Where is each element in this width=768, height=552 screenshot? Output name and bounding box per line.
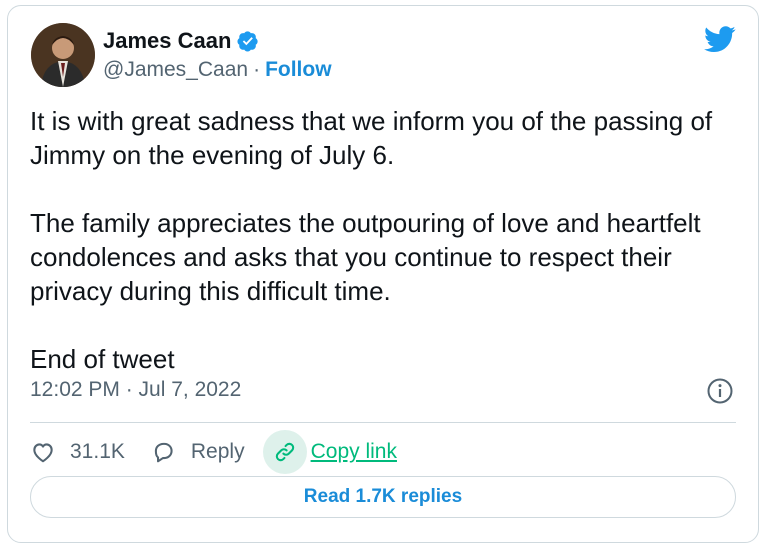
avatar[interactable]	[31, 23, 95, 87]
author-name[interactable]: James Caan	[103, 28, 231, 54]
author-name-row[interactable]: James Caan	[103, 28, 259, 54]
link-icon	[262, 430, 307, 474]
tweet-paragraph: End of tweet	[30, 344, 175, 374]
divider	[30, 422, 736, 423]
copy-link-button[interactable]: Copy link	[262, 430, 397, 474]
author-handle[interactable]: @James_Caan	[103, 58, 248, 82]
verified-badge-icon	[237, 31, 259, 52]
reply-label: Reply	[190, 440, 245, 463]
tweet-paragraph: The family appreciates the outpouring of…	[30, 208, 701, 306]
twitter-bird-icon[interactable]	[704, 26, 736, 53]
reply-button[interactable]: Reply	[151, 439, 245, 465]
tweet-paragraph: It is with great sadness that we inform …	[30, 106, 713, 170]
reply-bubble-icon	[151, 439, 177, 465]
read-replies-button[interactable]: Read 1.7K replies	[30, 476, 736, 518]
info-icon[interactable]	[706, 377, 734, 405]
handle-row: @James_Caan · Follow	[103, 58, 332, 82]
tweet-text: It is with great sadness that we inform …	[30, 104, 745, 376]
copy-link-label: Copy link	[310, 440, 397, 463]
tweet-card: James Caan @James_Caan · Follow It is wi…	[7, 5, 759, 543]
follow-button[interactable]: Follow	[265, 58, 332, 82]
action-bar: 31.1K Reply Copy link	[30, 430, 423, 474]
heart-icon	[30, 439, 56, 465]
tweet-timestamp[interactable]: 12:02 PM · Jul 7, 2022	[30, 378, 241, 402]
like-count: 31.1K	[70, 440, 125, 463]
separator-dot: ·	[253, 58, 261, 81]
like-button[interactable]: 31.1K	[30, 439, 125, 465]
